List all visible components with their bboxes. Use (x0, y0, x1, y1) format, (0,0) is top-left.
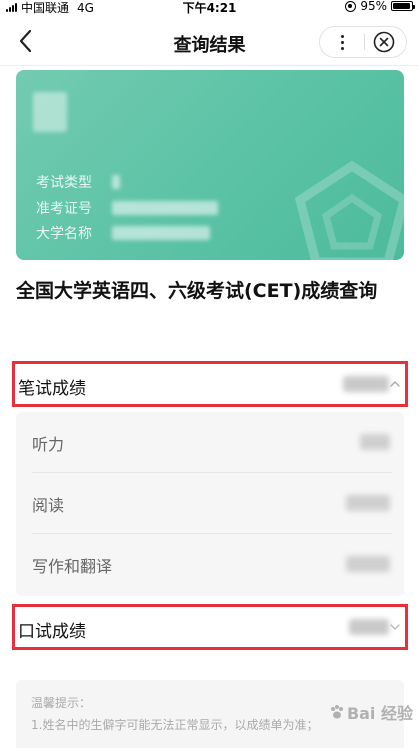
card-row-admission-number: 准考证号 (36, 198, 218, 218)
card-row-exam-type: 考试类型 (36, 172, 120, 192)
rotation-lock-icon (345, 0, 357, 12)
subscore-reading[interactable]: 阅读 (32, 473, 392, 534)
exam-title: 全国大学英语四、六级考试(CET)成绩查询 (16, 280, 378, 302)
paw-icon (330, 705, 343, 719)
more-button[interactable] (320, 27, 364, 57)
shield-watermark-icon (294, 160, 404, 260)
written-subscores-panel: 听力 阅读 写作和翻译 (16, 412, 404, 596)
written-score-label: 笔试成绩 (18, 379, 86, 399)
status-right: 95% (345, 0, 415, 13)
subscore-label: 阅读 (32, 496, 65, 515)
battery-icon (391, 1, 415, 11)
oral-score-label: 口试成绩 (18, 622, 86, 642)
exam-type-value-masked (112, 175, 120, 189)
status-bar: 中国联通 4G 下午4:21 95% (0, 0, 419, 15)
admission-number-value-masked (112, 201, 218, 215)
written-score-row[interactable]: 笔试成绩 (12, 361, 408, 407)
written-score-value-masked (343, 376, 389, 392)
chevron-down-icon (390, 624, 400, 630)
tips-line-1: 1.姓名中的生僻字可能无法正常显示，以成绩单为准； (31, 718, 319, 732)
oral-score-row[interactable]: 口试成绩 (12, 604, 408, 650)
exam-type-label: 考试类型 (36, 175, 92, 191)
card-row-university: 大学名称 (36, 223, 210, 243)
candidate-info-card: 考试类型 准考证号 大学名称 (16, 70, 404, 260)
subscore-value-masked (346, 495, 390, 511)
subscore-label: 写作和翻译 (32, 557, 113, 576)
watermark-text: Bai 经验 (346, 704, 413, 723)
admission-number-label: 准考证号 (36, 201, 92, 217)
subscore-writing-translation[interactable]: 写作和翻译 (32, 534, 392, 595)
subscore-value-masked (360, 434, 390, 450)
tips-title: 温馨提示： (31, 696, 92, 710)
nav-bar: 查询结果 (0, 18, 419, 66)
battery-percent: 95% (360, 0, 387, 13)
chevron-up-icon (390, 381, 400, 387)
subscore-listening[interactable]: 听力 (32, 412, 392, 473)
oral-score-value-masked (349, 619, 389, 635)
subscore-label: 听力 (32, 435, 65, 454)
more-icon (340, 33, 344, 51)
university-label: 大学名称 (36, 226, 92, 242)
close-button[interactable] (362, 27, 406, 57)
mini-program-capsule (319, 26, 407, 58)
university-value-masked (112, 226, 210, 240)
close-icon (373, 31, 395, 53)
subscore-value-masked (346, 556, 390, 572)
candidate-name-masked (33, 92, 67, 132)
baidu-watermark: Bai 经验 (329, 700, 413, 724)
